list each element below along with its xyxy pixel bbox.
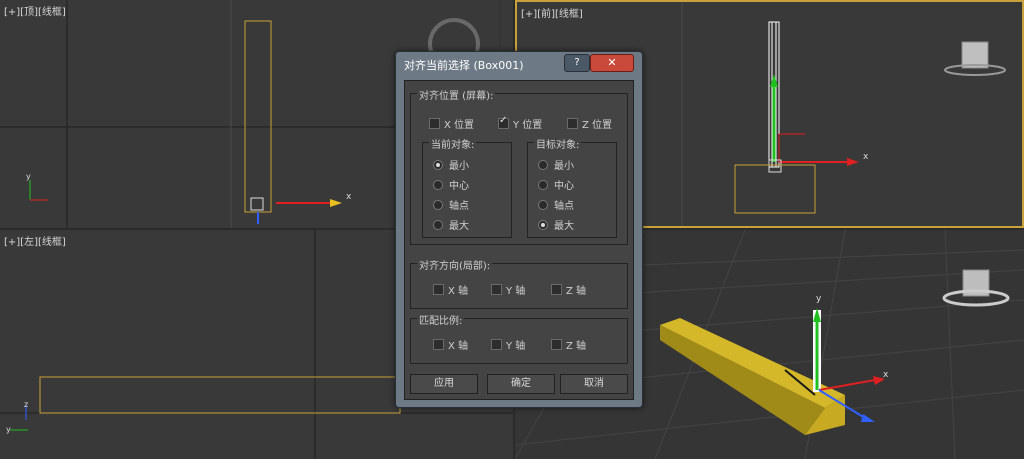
x-position-box[interactable] [429, 118, 440, 129]
target-center-radio[interactable]: 中心 [538, 177, 574, 192]
apply-button[interactable]: 应用 [410, 374, 478, 394]
align-dialog: 对齐当前选择 (Box001) ? ✕ 对齐位置 (屏幕): X 位置 Y 位置… [395, 51, 643, 408]
scale-x-checkbox[interactable]: X 轴 [433, 337, 468, 352]
current-center-radio[interactable]: 中心 [433, 177, 469, 192]
help-button[interactable]: ? [564, 54, 590, 72]
y-position-box[interactable] [498, 115, 509, 129]
z-position-label: Z 位置 [582, 120, 613, 131]
match-scale-group: 匹配比例: X 轴 Y 轴 Z 轴 [410, 312, 628, 364]
scale-y-box[interactable] [491, 339, 502, 350]
current-max-radio[interactable]: 最大 [433, 217, 469, 232]
orient-y-label: Y 轴 [506, 286, 526, 297]
current-center-dot[interactable] [433, 179, 443, 190]
current-min-dot[interactable] [433, 159, 443, 170]
current-center-label: 中心 [449, 181, 469, 192]
orient-x-box[interactable] [433, 284, 444, 295]
current-object-title: 当前对象: [429, 136, 477, 151]
y-position-label: Y 位置 [513, 120, 543, 131]
dialog-title: 对齐当前选择 (Box001) [404, 59, 524, 72]
target-min-dot[interactable] [538, 159, 548, 170]
target-min-radio[interactable]: 最小 [538, 157, 574, 172]
scale-x-box[interactable] [433, 339, 444, 350]
scale-y-label: Y 轴 [506, 341, 526, 352]
current-pivot-label: 轴点 [449, 201, 469, 212]
top-axis-x-label: x [346, 192, 352, 202]
target-max-label: 最大 [554, 221, 574, 232]
match-scale-title: 匹配比例: [417, 312, 465, 327]
target-min-label: 最小 [554, 161, 574, 172]
orient-y-box[interactable] [491, 284, 502, 295]
z-position-checkbox[interactable]: Z 位置 [567, 116, 612, 131]
front-axis-x-label: x [863, 152, 869, 162]
top-axis-y-label: y [26, 172, 31, 181]
align-position-title: 对齐位置 (屏幕): [417, 87, 496, 102]
left-axis-z-label: z [24, 400, 29, 409]
x-position-label: X 位置 [444, 120, 475, 131]
target-object-title: 目标对象: [534, 136, 582, 151]
dialog-body: 对齐位置 (屏幕): X 位置 Y 位置 Z 位置 当前对象: 最小 中心 轴点… [404, 80, 634, 400]
close-button[interactable]: ✕ [590, 54, 634, 72]
current-min-label: 最小 [449, 161, 469, 172]
scale-z-box[interactable] [551, 339, 562, 350]
x-position-checkbox[interactable]: X 位置 [429, 116, 474, 131]
orient-x-label: X 轴 [448, 286, 469, 297]
target-object-group: 目标对象: 最小 中心 轴点 最大 [527, 136, 617, 238]
orient-x-checkbox[interactable]: X 轴 [433, 282, 468, 297]
current-pivot-dot[interactable] [433, 199, 443, 210]
align-position-group: 对齐位置 (屏幕): X 位置 Y 位置 Z 位置 当前对象: 最小 中心 轴点… [410, 87, 628, 245]
target-pivot-dot[interactable] [538, 199, 548, 210]
ok-button[interactable]: 确定 [487, 374, 555, 394]
scale-x-label: X 轴 [448, 341, 469, 352]
target-center-dot[interactable] [538, 179, 548, 190]
z-position-box[interactable] [567, 118, 578, 129]
orient-z-checkbox[interactable]: Z 轴 [551, 282, 586, 297]
current-max-dot[interactable] [433, 219, 443, 230]
orient-z-box[interactable] [551, 284, 562, 295]
cancel-button[interactable]: 取消 [560, 374, 628, 394]
target-max-radio[interactable]: 最大 [538, 217, 574, 232]
orient-y-checkbox[interactable]: Y 轴 [491, 282, 525, 297]
persp-axis-x-label: x [883, 370, 889, 380]
align-orientation-group: 对齐方向(局部): X 轴 Y 轴 Z 轴 [410, 257, 628, 309]
target-pivot-label: 轴点 [554, 201, 574, 212]
target-pivot-radio[interactable]: 轴点 [538, 197, 574, 212]
persp-axis-y-label: y [816, 294, 822, 304]
current-max-label: 最大 [449, 221, 469, 232]
current-pivot-radio[interactable]: 轴点 [433, 197, 469, 212]
scale-z-label: Z 轴 [566, 341, 587, 352]
target-max-dot[interactable] [538, 219, 548, 230]
target-center-label: 中心 [554, 181, 574, 192]
scale-y-checkbox[interactable]: Y 轴 [491, 337, 525, 352]
align-orientation-title: 对齐方向(局部): [417, 257, 493, 272]
current-min-radio[interactable]: 最小 [433, 157, 469, 172]
y-position-checkbox[interactable]: Y 位置 [498, 115, 543, 131]
orient-z-label: Z 轴 [566, 286, 587, 297]
current-object-group: 当前对象: 最小 中心 轴点 最大 [422, 136, 512, 238]
left-axis-y-label: y [6, 425, 11, 434]
scale-z-checkbox[interactable]: Z 轴 [551, 337, 586, 352]
